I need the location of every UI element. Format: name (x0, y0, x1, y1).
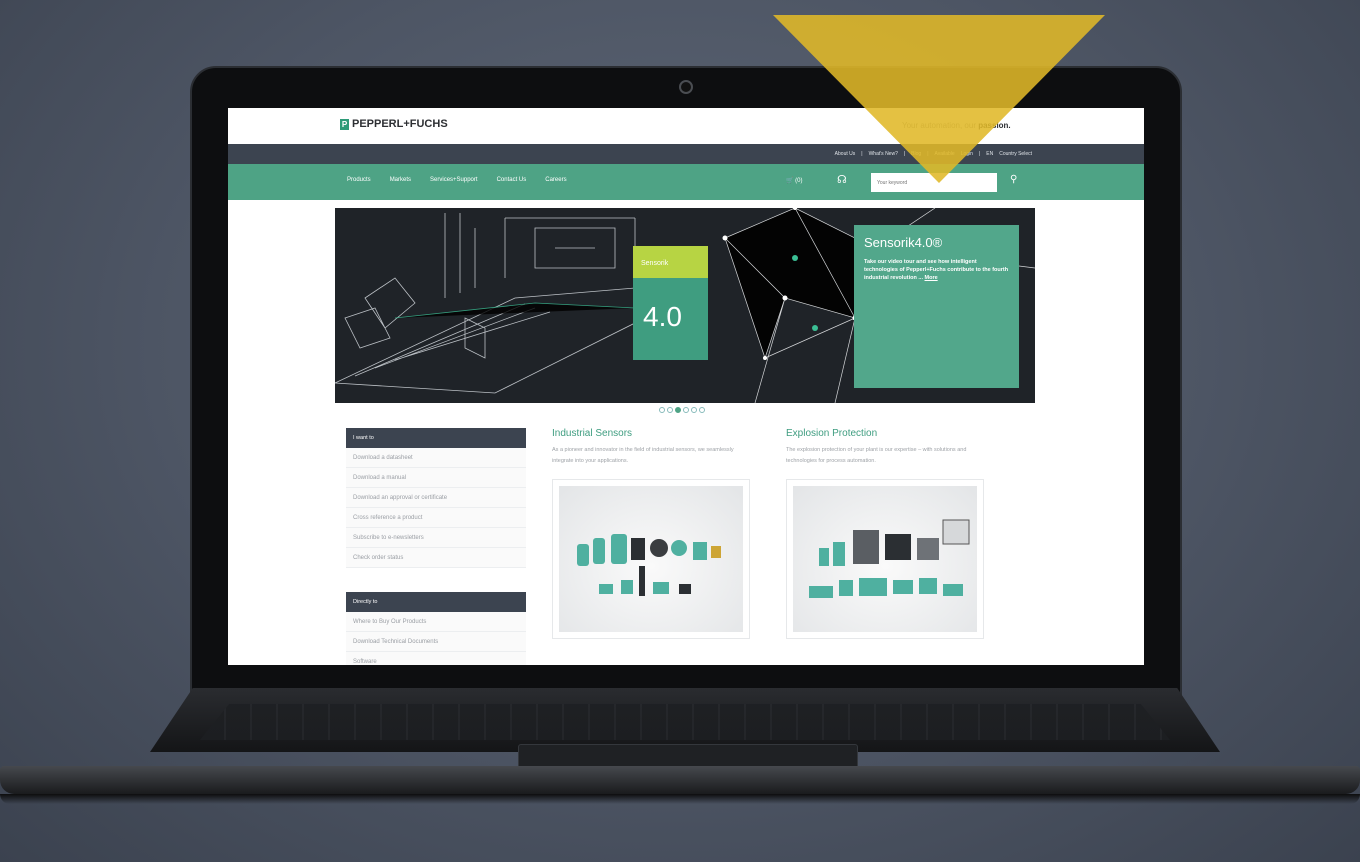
browser-screen: P PEPPERL+FUCHS Your automation, our pas… (228, 108, 1144, 665)
sidebar-link[interactable]: Subscribe to e-newsletters (346, 528, 526, 548)
column-title[interactable]: Explosion Protection (786, 428, 986, 439)
sidebar: I want to Download a datasheet Download a… (346, 428, 526, 665)
sidebar-link[interactable]: Download a manual (346, 468, 526, 488)
carousel-dot[interactable] (659, 407, 665, 413)
carousel-dot[interactable] (667, 407, 673, 413)
sidebar-link[interactable]: Cross reference a product (346, 508, 526, 528)
carousel-dots (659, 407, 705, 413)
sidebar-heading-i-want-to: I want to (346, 428, 526, 448)
logo-mark-icon: P (340, 118, 349, 130)
carousel-dot[interactable] (683, 407, 689, 413)
laptop-base (0, 766, 1360, 794)
nav-item-contact-us[interactable]: Contact Us (497, 177, 527, 183)
decorative-triangle (773, 15, 1105, 183)
sidebar-heading-directly-to: Directly to (346, 592, 526, 612)
hero-banner[interactable]: Sensorik 4.0 Sensorik4.0® Take our video… (335, 208, 1035, 403)
carousel-dot[interactable] (691, 407, 697, 413)
camera-icon (679, 80, 693, 94)
carousel-dot[interactable] (699, 407, 705, 413)
hero-badge: Sensorik (641, 260, 669, 267)
hero-panel: Sensorik4.0® Take our video tour and see… (854, 225, 1019, 388)
logo[interactable]: P PEPPERL+FUCHS (340, 118, 448, 130)
hero-badge-number: 4.0 (643, 301, 682, 332)
sidebar-link[interactable]: Software (346, 652, 526, 665)
hero-title: Sensorik4.0® (864, 235, 943, 250)
sensor-products-graphic (577, 534, 721, 596)
sidebar-list-2: Where to Buy Our Products Download Techni… (346, 612, 526, 665)
laptop-shadow (0, 794, 1360, 804)
nav-item-markets[interactable]: Markets (390, 177, 411, 183)
nav-items: Products Markets Services+Support Contact U… (347, 177, 567, 183)
sidebar-link[interactable]: Check order status (346, 548, 526, 568)
sidebar-link[interactable]: Download Technical Documents (346, 632, 526, 652)
nav-item-services-support[interactable]: Services+Support (430, 177, 478, 183)
sidebar-list-1: Download a datasheet Download a manual Dow… (346, 448, 526, 568)
sidebar-link[interactable]: Download an approval or certificate (346, 488, 526, 508)
industrial-sensors-image[interactable] (552, 479, 750, 639)
hero-text: Take our video tour and see how intellig… (864, 258, 1009, 282)
ex-products-graphic (809, 519, 970, 598)
industrial-sensors-column: Industrial Sensors As a pioneer and inno… (552, 428, 752, 639)
explosion-protection-image[interactable] (786, 479, 984, 639)
logo-text: PEPPERL+FUCHS (352, 118, 448, 130)
column-text: The explosion protection of your plant i… (786, 447, 967, 464)
hero-more-link[interactable]: More (925, 275, 938, 281)
nav-item-products[interactable]: Products (347, 177, 371, 183)
carousel-dot[interactable] (675, 407, 681, 413)
explosion-protection-column: Explosion Protection The explosion prote… (786, 428, 986, 639)
column-title[interactable]: Industrial Sensors (552, 428, 752, 439)
nav-item-careers[interactable]: Careers (545, 177, 566, 183)
sidebar-link[interactable]: Download a datasheet (346, 448, 526, 468)
column-text: As a pioneer and innovator in the field … (552, 447, 734, 464)
keyboard (200, 704, 1170, 740)
sidebar-link[interactable]: Where to Buy Our Products (346, 612, 526, 632)
